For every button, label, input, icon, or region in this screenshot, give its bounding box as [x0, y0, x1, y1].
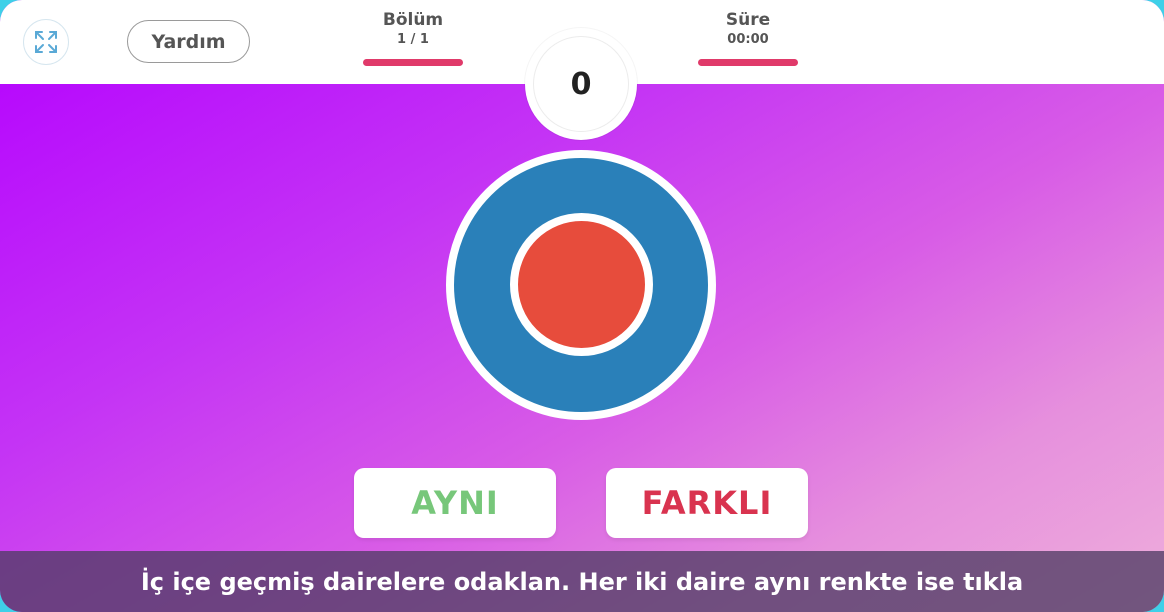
- time-stat: Süre 00:00: [698, 10, 798, 66]
- level-label: Bölüm: [382, 10, 444, 30]
- score-badge: 0: [525, 28, 637, 140]
- inner-circle: [510, 213, 653, 356]
- help-button[interactable]: Yardım: [127, 20, 250, 63]
- same-button[interactable]: AYNI: [354, 468, 556, 538]
- level-bar: [363, 59, 463, 66]
- time-value: 00:00: [727, 32, 769, 47]
- time-bar: [698, 59, 798, 66]
- expand-icon: [35, 31, 57, 53]
- level-stat: Bölüm 1 / 1: [363, 10, 463, 66]
- time-label: Süre: [725, 10, 771, 30]
- score-value: 0: [533, 36, 629, 132]
- different-button[interactable]: FARKLI: [606, 468, 808, 538]
- fullscreen-button[interactable]: [23, 19, 69, 65]
- level-value: 1 / 1: [397, 32, 429, 47]
- instruction-text: İç içe geçmiş dairelere odaklan. Her iki…: [0, 551, 1164, 612]
- game-frame: Yardım Bölüm 1 / 1 Süre 00:00 0 AYNI FAR…: [0, 0, 1164, 612]
